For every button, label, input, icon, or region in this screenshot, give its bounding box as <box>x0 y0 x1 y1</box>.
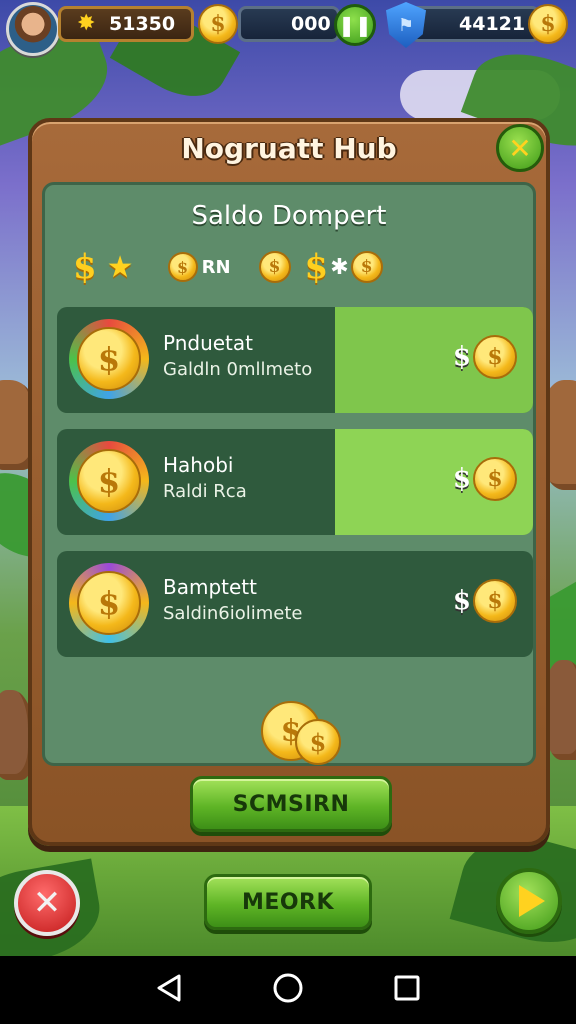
coin-bundle-icon: $ <box>69 319 149 399</box>
offer-price[interactable]: $ $ <box>453 335 517 379</box>
dollar-icon: $ <box>73 247 97 287</box>
currency-item: $ ★ <box>73 247 134 287</box>
back-triangle-icon <box>157 974 181 1002</box>
dollar-icon: $ <box>452 586 471 616</box>
primary-button[interactable]: SCMSIRN <box>190 776 392 832</box>
coin-icon: $ <box>77 449 141 513</box>
shop-panel: Nogruatt Hub ✕ Saldo Dompert $ ★ $ RN $ … <box>28 118 550 846</box>
offer-card[interactable]: $ Hahobi Raldi Rca $ $ <box>57 429 533 535</box>
currency-row: $ ★ $ RN $ $ ✱ $ <box>73 247 397 287</box>
recent-square-icon <box>394 975 420 1001</box>
coin-icon: $ <box>167 252 198 282</box>
offer-name: Hahobi <box>163 453 234 477</box>
pause-icon: ❚❚ <box>338 13 372 37</box>
currency-label: RN <box>201 256 231 278</box>
nav-home-button[interactable] <box>272 972 304 1008</box>
offer-name: Bamptett <box>163 575 257 599</box>
coin-icon: $ <box>473 457 517 501</box>
close-button[interactable]: ✕ <box>496 124 544 172</box>
currency-item: $ ✱ $ <box>305 247 383 287</box>
offer-name: Pnduetat <box>163 331 253 355</box>
coins-bar: 000 <box>238 6 340 42</box>
pause-button[interactable]: ❚❚ <box>334 4 376 46</box>
close-icon: ✕ <box>508 131 532 165</box>
coin-icon: $ <box>77 327 141 391</box>
coin-stack-icon: $ $ <box>261 701 341 771</box>
play-arrow-icon <box>519 885 545 917</box>
coin-bundle-icon: $ <box>69 441 149 521</box>
multiply-icon: ✱ <box>330 254 349 280</box>
offer-price[interactable]: $ $ <box>453 457 517 501</box>
trophies-bar: 44121 <box>410 6 540 42</box>
coins-value: 000 <box>291 13 331 35</box>
currency-item: $ RN <box>167 252 231 282</box>
trophies-value: 44121 <box>459 13 526 35</box>
android-nav-bar <box>0 956 576 1024</box>
coin-icon: $ <box>350 251 383 283</box>
currency-item: $ <box>258 251 291 283</box>
top-hud: ✸ 51350 $ 000 ❚❚ 44121 ⚑ $ <box>0 0 576 56</box>
offer-card[interactable]: $ Bamptett Saldin6iolimete $ $ <box>57 551 533 657</box>
coin-icon[interactable]: $ <box>198 4 238 44</box>
coin-bundle-icon: $ <box>69 563 149 643</box>
nav-back-button[interactable] <box>155 973 183 1007</box>
dollar-icon: $ <box>452 464 471 494</box>
coin-icon: $ <box>473 579 517 623</box>
coin-icon: $ <box>77 571 141 635</box>
home-circle-icon <box>273 973 303 1003</box>
panel-content: Saldo Dompert $ ★ $ RN $ $ ✱ $ $ Pndueta… <box>42 182 536 766</box>
coin-icon: $ <box>258 251 291 283</box>
coin-icon: $ <box>473 335 517 379</box>
gems-value: 51350 <box>109 13 176 35</box>
dollar-icon: $ <box>452 342 471 372</box>
offer-description: Raldi Rca <box>163 481 247 502</box>
panel-title: Nogruatt Hub <box>181 132 397 165</box>
offer-card[interactable]: $ Pnduetat Galdln 0mllmeto $ $ <box>57 307 533 413</box>
secondary-button[interactable]: MEORK <box>204 874 372 930</box>
next-button[interactable] <box>496 868 562 934</box>
panel-subtitle: Saldo Dompert <box>191 201 387 231</box>
offer-description: Saldin6iolimete <box>163 603 303 624</box>
cancel-button[interactable]: ✕ <box>14 870 80 936</box>
coin-icon[interactable]: $ <box>528 4 568 44</box>
x-icon: ✕ <box>32 883 62 923</box>
dollar-icon: $ <box>304 247 329 287</box>
nav-recent-button[interactable] <box>393 974 421 1006</box>
gems-bar: ✸ 51350 <box>58 6 194 42</box>
star-icon: ★ <box>106 249 134 285</box>
offer-description: Galdln 0mllmeto <box>163 359 313 380</box>
player-avatar[interactable] <box>6 2 60 56</box>
coin-icon: $ <box>295 719 341 765</box>
star-burst-icon: ✸ <box>77 11 96 36</box>
offer-price[interactable]: $ $ <box>453 579 517 623</box>
